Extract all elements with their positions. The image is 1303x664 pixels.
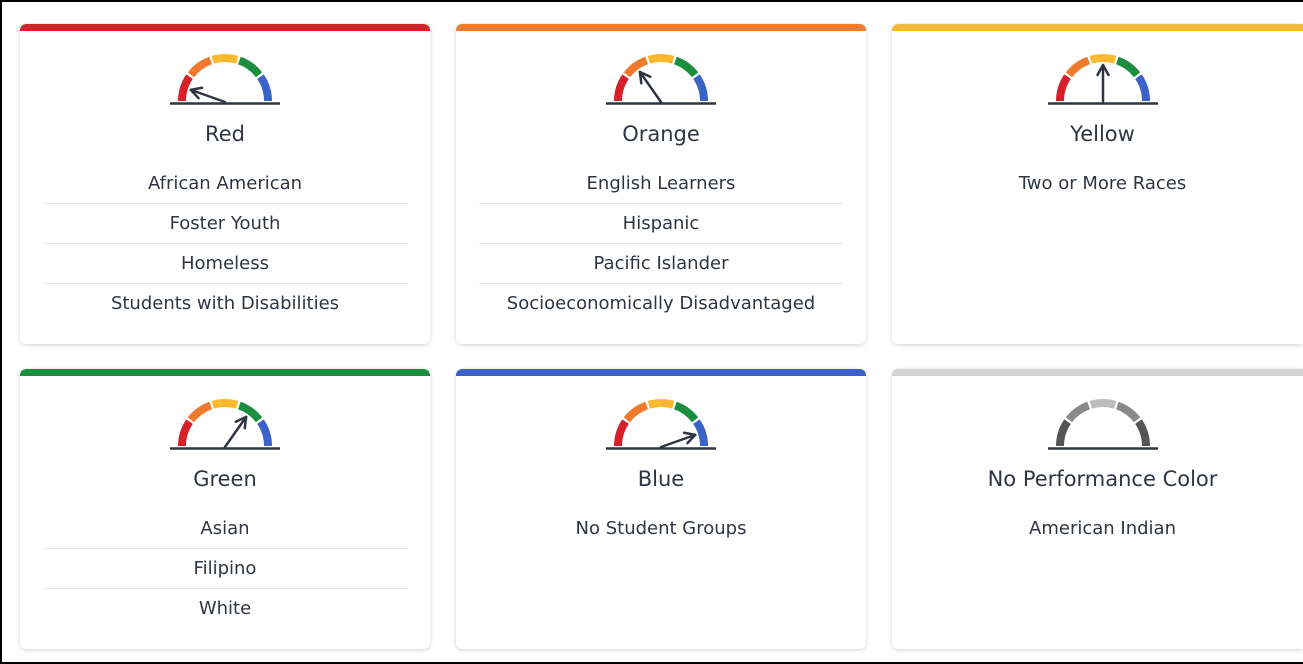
gauge-segment xyxy=(211,399,239,409)
card-green: Green Asian Filipino White xyxy=(20,369,430,649)
gauge-segment xyxy=(1134,419,1150,447)
gauge-segment xyxy=(693,74,708,102)
gauge-segment xyxy=(257,74,272,102)
list-item: Two or More Races xyxy=(1018,173,1187,194)
card-yellow-accent-bar xyxy=(892,24,1303,31)
card-yellow-title: Yellow xyxy=(1070,122,1135,146)
card-red-accent-bar xyxy=(20,24,430,31)
list-item: Homeless xyxy=(43,244,407,284)
card-yellow-list: Two or More Races xyxy=(925,164,1280,203)
gauge-segment xyxy=(647,54,675,64)
card-red-title: Red xyxy=(205,122,245,146)
list-item: White xyxy=(198,598,252,619)
gauge-green-icon xyxy=(170,399,280,450)
gauge-segment xyxy=(1065,401,1090,423)
gauge-red-icon xyxy=(170,54,280,105)
gauge-orange-icon xyxy=(606,54,716,105)
list-item: Socioeconomically Disadvantaged xyxy=(506,293,816,314)
gauge-segment xyxy=(673,401,699,423)
list-item: Filipino xyxy=(43,549,407,589)
list-item: American Indian xyxy=(1029,518,1176,539)
card-blue-title: Blue xyxy=(637,467,685,491)
gauge-blue-icon xyxy=(606,399,716,450)
card-no-performance-color-title: No Performance Color xyxy=(987,467,1218,491)
gauge-segment xyxy=(673,56,699,78)
card-orange-accent-bar xyxy=(456,24,866,31)
gauge-segment xyxy=(1134,74,1150,102)
card-green-list: Asian Filipino White xyxy=(43,509,407,628)
gauge-segment xyxy=(647,399,675,409)
gauge-segment xyxy=(623,401,649,423)
card-blue-accent-bar xyxy=(456,369,866,376)
list-item: Hispanic xyxy=(479,204,843,244)
list-item: No Student Groups xyxy=(575,518,747,539)
list-item: Foster Youth xyxy=(43,204,407,244)
card-blue: Blue No Student Groups xyxy=(456,369,866,649)
gauge-segment xyxy=(1115,56,1140,78)
gauge-segment xyxy=(257,419,272,447)
card-orange: Orange English Learners Hispanic Pacific… xyxy=(456,24,866,344)
gauge-segment xyxy=(614,74,629,102)
gauge-segment xyxy=(1055,74,1071,102)
list-item: Pacific Islander xyxy=(479,244,843,284)
gauge-segment xyxy=(1089,399,1116,409)
gauge-segment xyxy=(1065,56,1090,78)
list-item: Asian xyxy=(43,509,407,549)
list-item: African American xyxy=(43,164,407,204)
list-item: Students with Disabilities xyxy=(110,293,340,314)
gauge-segment xyxy=(178,419,193,447)
gauge-yellow-icon xyxy=(1047,54,1158,105)
gauge-segment xyxy=(178,74,193,102)
card-no-performance-color-list: American Indian xyxy=(925,509,1280,548)
gauge-segment xyxy=(614,419,629,447)
card-green-title: Green xyxy=(193,467,257,491)
list-item: English Learners xyxy=(479,164,843,204)
card-green-accent-bar xyxy=(20,369,430,376)
gauge-segment xyxy=(1115,401,1140,423)
card-orange-list: English Learners Hispanic Pacific Island… xyxy=(479,164,843,323)
card-blue-list: No Student Groups xyxy=(479,509,843,548)
gauge-segment xyxy=(1089,54,1116,64)
card-no-performance-color-accent-bar xyxy=(892,369,1303,376)
gauge-segment xyxy=(237,56,263,78)
gauge-segment xyxy=(187,56,213,78)
gauge-segment xyxy=(187,401,213,423)
card-red-list: African American Foster Youth Homeless S… xyxy=(43,164,407,323)
gauge-segment xyxy=(211,54,239,64)
card-red: Red African American Foster Youth Homele… xyxy=(20,24,430,344)
gauge-segment xyxy=(693,419,708,447)
card-no-performance-color: No Performance Color American Indian xyxy=(892,369,1303,649)
card-orange-title: Orange xyxy=(622,122,700,146)
card-yellow: Yellow Two or More Races xyxy=(892,24,1303,344)
gauge-gray-icon xyxy=(1047,399,1158,450)
gauge-segment xyxy=(1055,419,1071,447)
